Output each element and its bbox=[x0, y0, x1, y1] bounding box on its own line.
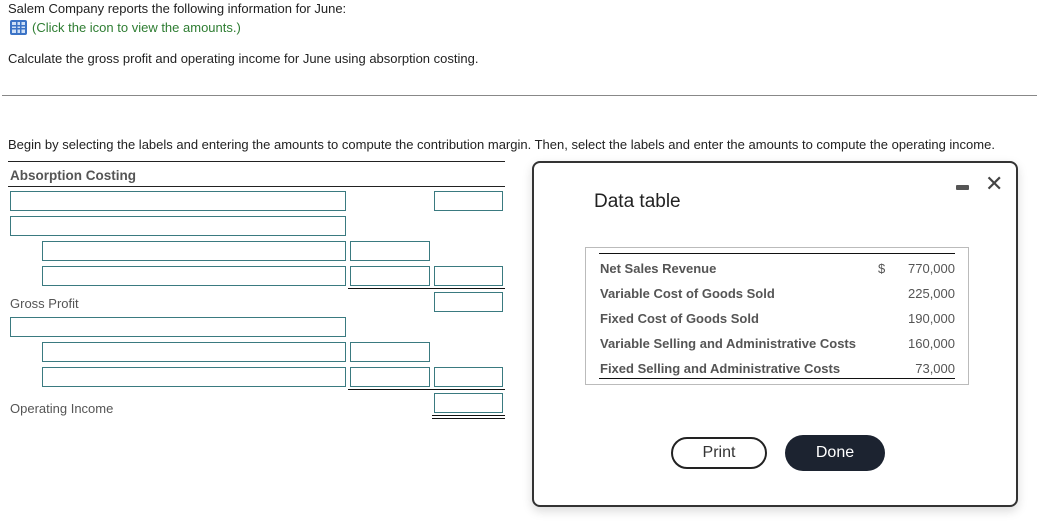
data-table-dialog: Data table ✕ Net Sales Revenue $ 770,000… bbox=[532, 161, 1018, 507]
table-row: Net Sales Revenue $ 770,000 bbox=[600, 261, 955, 281]
amount-col1-6[interactable] bbox=[350, 342, 430, 362]
row-label: Fixed Cost of Goods Sold bbox=[600, 311, 759, 326]
label-select-1[interactable] bbox=[10, 191, 346, 211]
amount-col1-7[interactable] bbox=[350, 367, 430, 387]
label-select-6[interactable] bbox=[42, 342, 346, 362]
table-row: Variable Cost of Goods Sold 225,000 bbox=[600, 286, 955, 306]
question-prompt: Calculate the gross profit and operating… bbox=[8, 51, 479, 66]
subtotal-rule-2 bbox=[348, 389, 505, 390]
view-amounts-text: (Click the icon to view the amounts.) bbox=[32, 20, 241, 35]
row-label: Net Sales Revenue bbox=[600, 261, 717, 276]
table-top-rule bbox=[599, 253, 955, 254]
amount-col2-7[interactable] bbox=[434, 367, 503, 387]
row-value: 73,000 bbox=[915, 361, 955, 376]
amount-col2-4[interactable] bbox=[434, 266, 503, 286]
total-double-rule-top bbox=[432, 415, 505, 416]
total-double-rule-bottom bbox=[432, 418, 505, 419]
label-select-7[interactable] bbox=[42, 367, 346, 387]
row-label: Variable Cost of Goods Sold bbox=[600, 286, 775, 301]
table-row: Fixed Cost of Goods Sold 190,000 bbox=[600, 311, 955, 331]
view-amounts-link[interactable]: (Click the icon to view the amounts.) bbox=[10, 20, 241, 35]
operating-income-amount[interactable] bbox=[434, 393, 503, 413]
close-icon[interactable]: ✕ bbox=[985, 173, 1003, 195]
row-value: 190,000 bbox=[908, 311, 955, 326]
operating-income-label: Operating Income bbox=[10, 401, 114, 416]
worksheet-title: Absorption Costing bbox=[10, 168, 136, 183]
section-header-rule bbox=[8, 186, 505, 187]
label-select-4[interactable] bbox=[42, 266, 346, 286]
gross-profit-amount[interactable] bbox=[434, 292, 503, 312]
subtotal-rule bbox=[348, 288, 505, 289]
section-top-rule bbox=[8, 161, 505, 162]
amount-col2-1[interactable] bbox=[434, 191, 503, 211]
dialog-title: Data table bbox=[594, 191, 681, 212]
instruction-text: Begin by selecting the labels and enteri… bbox=[8, 137, 995, 152]
question-intro: Salem Company reports the following info… bbox=[8, 1, 347, 16]
divider bbox=[2, 95, 1037, 96]
data-table-icon[interactable] bbox=[10, 20, 27, 35]
row-value: 770,000 bbox=[908, 261, 955, 276]
row-value: 225,000 bbox=[908, 286, 955, 301]
done-button[interactable]: Done bbox=[785, 435, 885, 471]
data-table: Net Sales Revenue $ 770,000 Variable Cos… bbox=[585, 247, 969, 385]
label-select-2[interactable] bbox=[10, 216, 346, 236]
amount-col1-4[interactable] bbox=[350, 266, 430, 286]
row-label: Fixed Selling and Administrative Costs bbox=[600, 361, 841, 376]
currency-symbol: $ bbox=[878, 261, 886, 276]
print-button[interactable]: Print bbox=[671, 437, 767, 469]
table-row: Variable Selling and Administrative Cost… bbox=[600, 336, 955, 356]
gross-profit-label: Gross Profit bbox=[10, 296, 79, 311]
label-select-3[interactable] bbox=[42, 241, 346, 261]
minimize-icon[interactable] bbox=[956, 185, 969, 190]
row-value: 160,000 bbox=[908, 336, 955, 351]
table-bottom-rule bbox=[599, 378, 955, 379]
row-label: Variable Selling and Administrative Cost… bbox=[600, 336, 856, 351]
amount-col1-3[interactable] bbox=[350, 241, 430, 261]
label-select-5[interactable] bbox=[10, 317, 346, 337]
